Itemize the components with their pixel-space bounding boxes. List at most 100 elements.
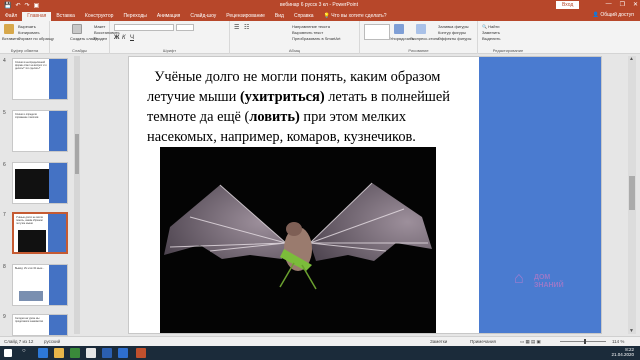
slide-thumbnail[interactable]: Вывод: Из этих 32 мыш... — [12, 264, 68, 306]
save-icon[interactable]: 💾 — [4, 2, 11, 9]
tab-home[interactable]: Главная — [22, 12, 52, 21]
language-indicator[interactable]: русский — [44, 339, 60, 344]
bat-photo[interactable] — [160, 147, 436, 333]
thumb-bat-photo — [15, 169, 49, 199]
find-label: Найти — [488, 24, 500, 29]
slide-thumbnail[interactable]: Спиши в неопределённой форме ответ на во… — [12, 58, 68, 100]
start-icon[interactable] — [4, 349, 12, 357]
quick-styles-button[interactable]: Экспресс-стили — [410, 36, 439, 41]
shapes-gallery[interactable] — [364, 24, 390, 40]
thumb-text: Учёные долго не могли понять, каким обра… — [16, 216, 44, 225]
zoom-level[interactable]: 114 % — [612, 339, 624, 344]
tab-transitions[interactable]: Переходы — [118, 12, 151, 21]
word-icon[interactable] — [102, 348, 112, 358]
thumb-blue-bar — [49, 111, 67, 151]
find-button[interactable]: 🔍 Найти — [482, 24, 500, 29]
italic-icon[interactable]: К — [122, 35, 126, 41]
window-controls: — ❐ ✕ — [606, 1, 638, 8]
zoom-slider[interactable] — [560, 339, 606, 344]
shape-effects-button[interactable]: Эффекты фигуры — [438, 36, 471, 41]
quick-styles-icon[interactable] — [416, 24, 426, 34]
text-direction-button[interactable]: Направление текста — [292, 24, 330, 29]
copy-button[interactable]: Копировать — [18, 30, 40, 35]
slide-counter: Слайд 7 из 12 — [4, 339, 34, 344]
maximize-icon[interactable]: ❐ — [620, 1, 625, 8]
numbered-list-icon[interactable]: ☷ — [244, 24, 249, 31]
align-text-button[interactable]: Выровнять текст — [292, 30, 323, 35]
slides-group: Создать слайд Макет Восстановить Раздел … — [50, 21, 120, 54]
layout-button[interactable]: Макет — [94, 24, 105, 29]
slide-thumbnail[interactable]: Сегодня на уроке мы продолжили знакомств… — [12, 314, 68, 336]
zoom-slider-thumb[interactable] — [584, 339, 586, 344]
notes-button[interactable]: Заметки — [430, 339, 447, 344]
bold-icon[interactable]: Ж — [114, 35, 119, 41]
tab-file[interactable]: Файл — [0, 12, 22, 21]
minimize-icon[interactable]: — — [606, 1, 612, 8]
scrollbar-thumb[interactable] — [75, 134, 79, 174]
slides-panel-scrollbar[interactable] — [74, 56, 80, 334]
section-button[interactable]: Раздел — [94, 36, 107, 41]
tab-design[interactable]: Конструктор — [80, 12, 119, 21]
slide-line-2c: летать в полнейшей — [324, 89, 450, 105]
chrome-icon[interactable] — [86, 348, 96, 358]
app-icon[interactable] — [118, 348, 128, 358]
file-explorer-icon[interactable] — [54, 348, 64, 358]
edge-icon[interactable] — [38, 348, 48, 358]
smartart-button[interactable]: Преобразовать в SmartArt — [292, 36, 341, 41]
cut-button[interactable]: Вырезать — [18, 24, 36, 29]
arrange-icon[interactable] — [394, 24, 404, 34]
replace-button[interactable]: Заменить — [482, 30, 500, 35]
font-name-box[interactable] — [114, 24, 174, 31]
new-slide-icon[interactable] — [72, 24, 82, 34]
tab-review[interactable]: Рецензирование — [221, 12, 270, 21]
tab-animations[interactable]: Анимация — [152, 12, 185, 21]
paragraph-label: Абзац — [288, 48, 301, 53]
slide-number: 7 — [3, 212, 6, 218]
redo-icon[interactable]: ↷ — [25, 2, 30, 9]
underline-icon[interactable]: Ч — [130, 35, 134, 41]
shape-fill-button[interactable]: Заливка фигуры — [438, 24, 469, 29]
clock-date: 21.04.2020 — [611, 352, 634, 357]
store-icon[interactable] — [70, 348, 80, 358]
tab-insert[interactable]: Вставка — [51, 12, 80, 21]
signin-button[interactable]: Вход — [556, 1, 580, 9]
slide-text[interactable]: Учёные долго не могли понять, каким обра… — [147, 67, 467, 147]
slide-canvas[interactable]: Учёные долго не могли понять, каким обра… — [128, 56, 602, 334]
slide-editor: Учёные долго не могли понять, каким обра… — [82, 54, 640, 336]
tab-slideshow[interactable]: Слайд-шоу — [185, 12, 221, 21]
slides-label: Слайды — [72, 48, 87, 53]
paste-button[interactable]: Вставить — [2, 36, 19, 41]
list-icon[interactable]: ☰ — [234, 24, 239, 31]
share-button[interactable]: 👤 Общий доступ — [593, 12, 634, 18]
status-bar: Слайд 7 из 12 русский Заметки Примечания… — [0, 336, 640, 346]
system-clock[interactable]: 8:22 21.04.2020 — [611, 347, 634, 357]
tab-view[interactable]: Вид — [270, 12, 289, 21]
tell-me-search[interactable]: 💡 Что вы хотите сделать? — [319, 12, 392, 21]
scroll-down-icon[interactable]: ▼ — [629, 328, 634, 334]
slide-thumbnail-selected[interactable]: Учёные долго не могли понять, каким обра… — [12, 212, 68, 254]
thumb-blue-bar — [48, 214, 66, 252]
thumb-bat-photo — [18, 230, 46, 252]
editor-scrollbar[interactable]: ▲ ▼ — [628, 56, 636, 334]
view-buttons[interactable]: ▭ ▦ ▤ ▣ — [520, 339, 541, 345]
present-icon[interactable]: ▣ — [34, 2, 40, 9]
slide-thumbnail[interactable]: Спиши и определи спряжение глаголов — [12, 110, 68, 152]
search-icon[interactable]: ○ — [22, 348, 32, 358]
paste-icon[interactable] — [4, 24, 14, 34]
comments-button[interactable]: Примечания — [470, 339, 496, 344]
undo-icon[interactable]: ↶ — [15, 2, 20, 9]
format-painter-button[interactable]: Формат по образцу — [18, 36, 54, 41]
shape-outline-button[interactable]: Контур фигуры — [438, 30, 466, 35]
tab-help[interactable]: Справка — [289, 12, 319, 21]
slide-line-3-bold: ловить) — [249, 109, 300, 125]
font-size-box[interactable] — [176, 24, 194, 31]
powerpoint-icon[interactable] — [136, 348, 146, 358]
editing-label: Редактирование — [492, 48, 524, 53]
scrollbar-thumb[interactable] — [629, 176, 635, 210]
select-button[interactable]: Выделить — [482, 36, 500, 41]
slide-thumbnail[interactable] — [12, 162, 68, 204]
close-icon[interactable]: ✕ — [633, 1, 638, 8]
drawing-label: Рисование — [408, 48, 429, 53]
clipboard-label: Буфер обмена — [10, 48, 39, 53]
scroll-up-icon[interactable]: ▲ — [629, 56, 634, 62]
